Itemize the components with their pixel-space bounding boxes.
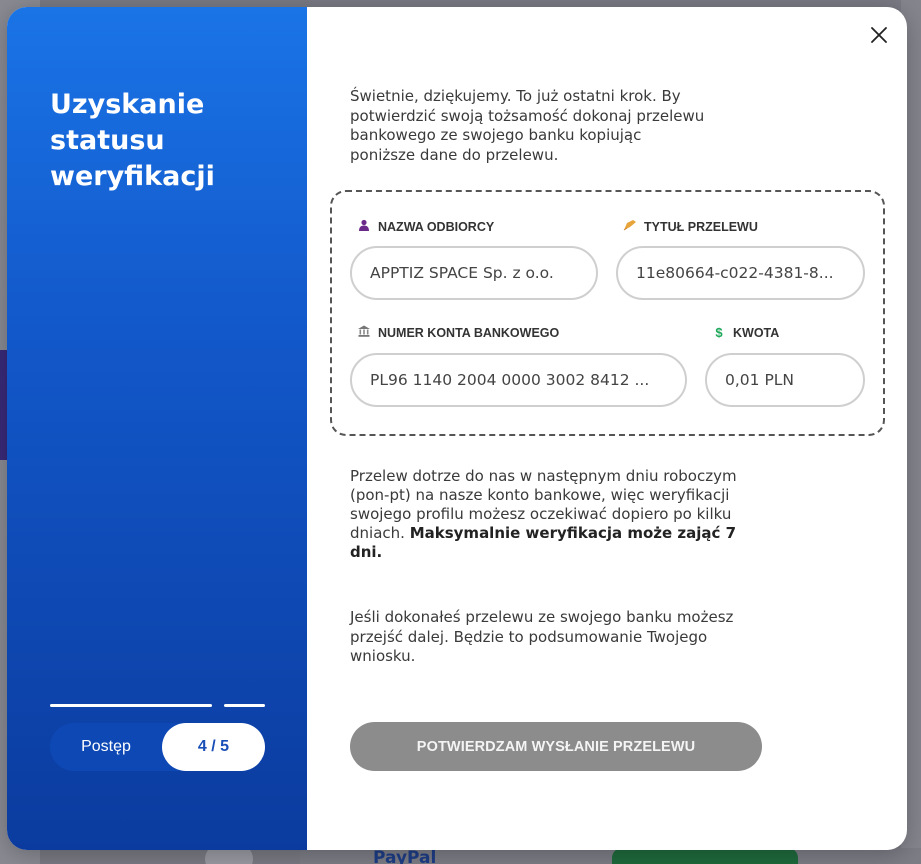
modal-title: Uzyskanie statusu weryfikacji	[50, 89, 215, 192]
transfer-title-label: TYTUŁ PRZELEWU	[623, 219, 758, 234]
dollar-icon: $	[715, 325, 723, 340]
processing-info-bold: Maksymalnie weryfikacja może zająć 7 dni…	[350, 524, 737, 561]
person-icon	[357, 219, 371, 234]
writing-hand-icon	[623, 219, 637, 234]
recipient-field[interactable]: APPTIZ SPACE Sp. z o.o.	[350, 246, 598, 300]
recipient-label-text: NAZWA ODBIORCY	[378, 219, 495, 234]
close-button[interactable]	[867, 23, 891, 47]
amount-value: 0,01 PLN	[725, 371, 795, 389]
verification-modal: Uzyskanie statusu weryfikacji Postęp 4 /…	[7, 7, 907, 850]
progress-bar	[50, 704, 265, 708]
processing-info-text: Przelew dotrze do nas w następnym dniu r…	[350, 467, 750, 562]
transfer-title-field[interactable]: 11e80664-c022-4381-8...	[616, 246, 865, 300]
progress-bar-fill	[50, 704, 212, 707]
recipient-value: APPTIZ SPACE Sp. z o.o.	[370, 264, 554, 282]
recipient-label: NAZWA ODBIORCY	[357, 219, 494, 234]
progress-indicator: Postęp 4 / 5	[50, 723, 265, 771]
amount-label: $ KWOTA	[712, 325, 779, 340]
amount-field[interactable]: 0,01 PLN	[705, 353, 865, 407]
account-number-label: NUMER KONTA BANKOWEGO	[357, 325, 559, 340]
background-paypal-logo: PayPal	[373, 848, 437, 864]
background-green-button	[612, 848, 798, 864]
next-step-info-text: Jeśli dokonałeś przelewu ze swojego bank…	[350, 608, 734, 665]
intro-text: Świetnie, dziękujemy. To już ostatni kro…	[350, 87, 705, 164]
amount-label-text: KWOTA	[733, 325, 780, 340]
progress-label: Postęp	[81, 738, 131, 755]
confirm-transfer-button[interactable]: POTWIERDZAM WYSŁANIE PRZELEWU	[350, 722, 762, 771]
account-number-label-text: NUMER KONTA BANKOWEGO	[378, 325, 560, 340]
transfer-title-label-text: TYTUŁ PRZELEWU	[644, 219, 758, 234]
bank-icon	[357, 325, 371, 340]
modal-sidebar: Uzyskanie statusu weryfikacji Postęp 4 /…	[7, 7, 307, 850]
account-number-field[interactable]: PL96 1140 2004 0000 3002 8412 ...	[350, 353, 687, 407]
account-number-value: PL96 1140 2004 0000 3002 8412 ...	[370, 371, 650, 389]
modal-content: Świetnie, dziękujemy. To już ostatni kro…	[307, 7, 907, 850]
progress-bar-remaining	[224, 704, 265, 707]
transfer-title-value: 11e80664-c022-4381-8...	[636, 264, 834, 282]
close-icon	[871, 27, 887, 43]
progress-value: 4 / 5	[162, 723, 265, 771]
